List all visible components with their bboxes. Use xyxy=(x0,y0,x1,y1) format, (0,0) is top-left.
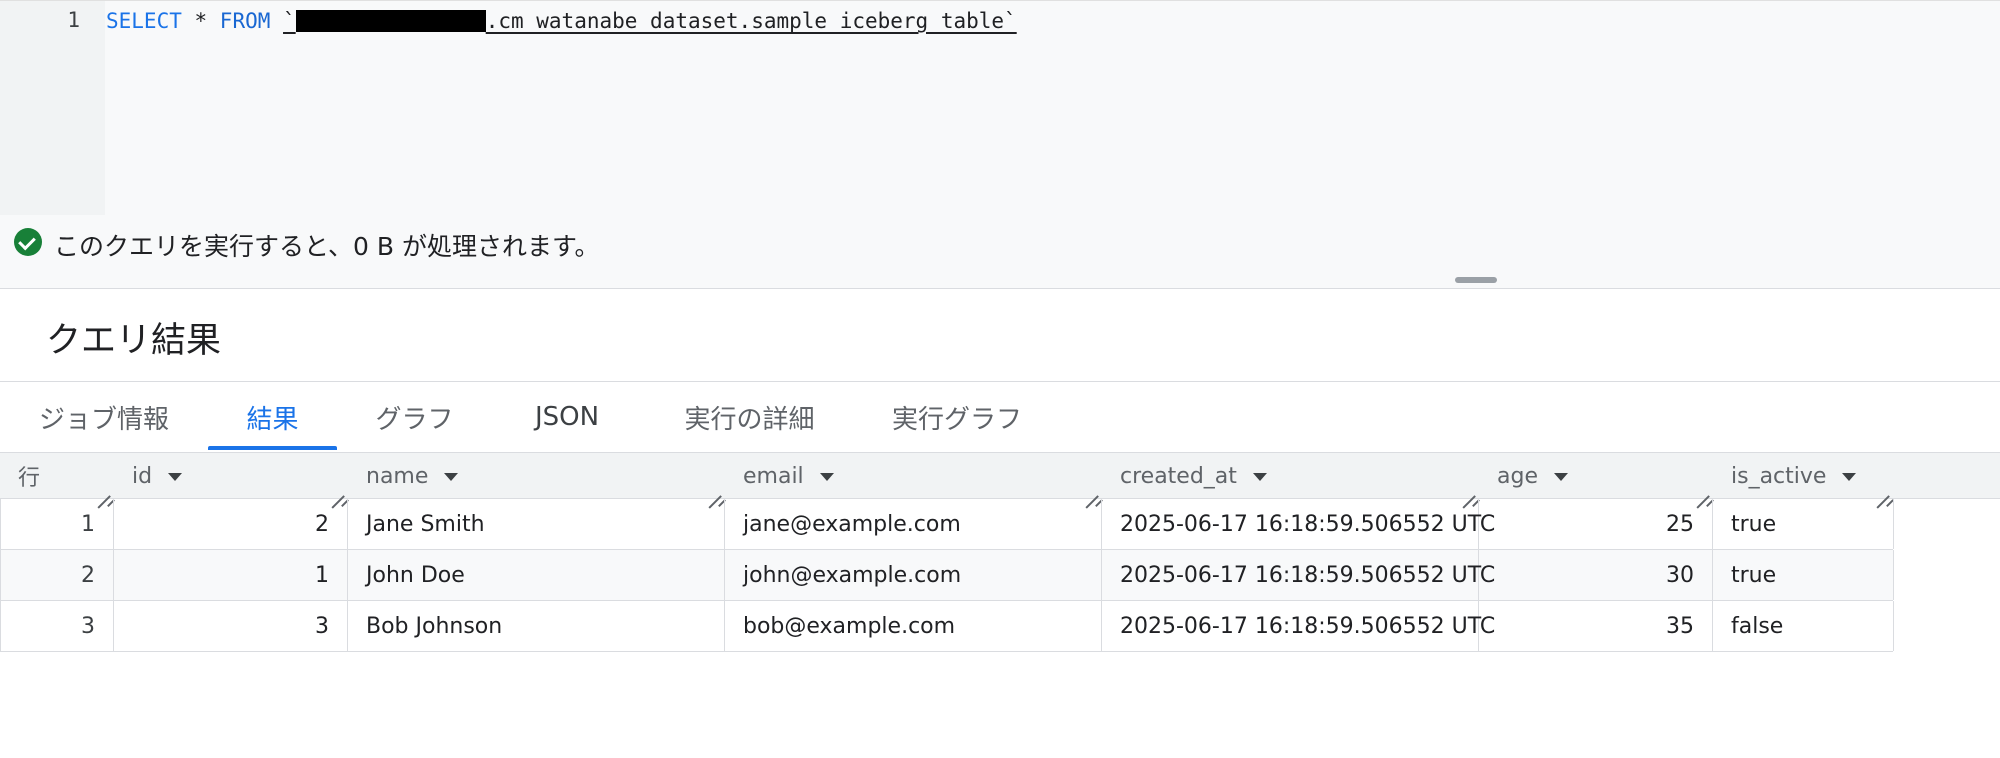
table-row: 2 1 John Doe john@example.com 2025-06-17… xyxy=(0,550,1894,601)
row-number-cell: 2 xyxy=(1,550,114,600)
id-cell[interactable]: 3 xyxy=(114,601,348,651)
column-resize-icon[interactable] xyxy=(1875,482,1889,496)
redacted-project-id xyxy=(295,10,486,32)
is-active-cell[interactable]: false xyxy=(1713,601,1894,651)
column-resize-icon[interactable] xyxy=(707,482,721,496)
age-cell[interactable]: 35 xyxy=(1479,601,1713,651)
sort-dropdown-icon[interactable] xyxy=(168,473,183,481)
name-cell[interactable]: John Doe xyxy=(348,550,725,600)
sort-dropdown-icon[interactable] xyxy=(1553,473,1568,481)
table-reference-suffix: .cm_watanabe_dataset.sample_iceberg_tabl… xyxy=(485,9,1017,33)
column-resize-icon[interactable] xyxy=(1084,482,1098,496)
table-row: 1 2 Jane Smith jane@example.com 2025-06-… xyxy=(0,499,1894,550)
column-header-label: 行 xyxy=(18,466,41,491)
sql-editor[interactable]: 1 SELECT * FROM ` .cm_watanabe_dataset.sa… xyxy=(0,0,2000,216)
age-cell[interactable]: 30 xyxy=(1479,550,1713,600)
results-tabs: ジョブ情報 結果 グラフ JSON 実行の詳細 実行グラフ xyxy=(0,382,2000,452)
created-at-cell[interactable]: 2025-06-17 16:18:59.506552 UTC xyxy=(1102,601,1495,651)
table-reference[interactable]: ` .cm_watanabe_dataset.sample_iceberg_tab… xyxy=(283,9,1017,33)
tab-results[interactable]: 結果 xyxy=(208,382,337,452)
email-cell[interactable]: john@example.com xyxy=(725,550,1102,600)
line-number: 1 xyxy=(67,8,80,32)
id-cell[interactable]: 1 xyxy=(114,550,348,600)
column-header-name[interactable]: name xyxy=(348,453,725,499)
id-cell[interactable]: 2 xyxy=(114,499,348,549)
column-header-is-active[interactable]: is_active xyxy=(1713,453,1893,499)
column-header-label: age xyxy=(1497,463,1538,489)
column-header-row: 行 xyxy=(0,453,114,499)
column-header-age[interactable]: age xyxy=(1479,453,1713,499)
tab-job-info[interactable]: ジョブ情報 xyxy=(20,382,188,452)
row-number-cell: 1 xyxy=(1,499,114,549)
select-keyword: SELECT xyxy=(106,9,182,33)
column-header-email[interactable]: email xyxy=(725,453,1102,499)
code-line[interactable]: SELECT * FROM ` .cm_watanabe_dataset.samp… xyxy=(106,8,1017,34)
resize-drag-handle[interactable] xyxy=(1455,277,1497,283)
grid-header: 行 id name email created_at age is_active xyxy=(0,452,2000,499)
column-resize-icon[interactable] xyxy=(96,482,110,496)
created-at-cell[interactable]: 2025-06-17 16:18:59.506552 UTC xyxy=(1102,550,1495,600)
column-header-label: is_active xyxy=(1731,463,1827,489)
results-title: クエリ結果 xyxy=(46,321,222,361)
created-at-cell[interactable]: 2025-06-17 16:18:59.506552 UTC xyxy=(1102,499,1495,549)
star-token: * xyxy=(181,9,220,33)
tab-json[interactable]: JSON xyxy=(517,382,617,452)
is-active-cell[interactable]: true xyxy=(1713,550,1894,600)
check-circle-icon xyxy=(14,228,42,256)
validator-message: このクエリを実行すると、0 B が処理されます。 xyxy=(54,232,600,261)
email-cell[interactable]: jane@example.com xyxy=(725,499,1102,549)
table-row: 3 3 Bob Johnson bob@example.com 2025-06-… xyxy=(0,601,1894,652)
column-resize-icon[interactable] xyxy=(1695,482,1709,496)
line-number-gutter: 1 xyxy=(0,1,105,216)
column-header-label: email xyxy=(743,463,804,489)
active-tab-indicator xyxy=(208,446,337,450)
column-resize-icon[interactable] xyxy=(1461,482,1475,496)
column-resize-icon[interactable] xyxy=(330,482,344,496)
column-header-created-at[interactable]: created_at xyxy=(1102,453,1479,499)
email-cell[interactable]: bob@example.com xyxy=(725,601,1102,651)
row-number-cell: 3 xyxy=(1,601,114,651)
sort-dropdown-icon[interactable] xyxy=(819,473,834,481)
tab-execution-details[interactable]: 実行の詳細 xyxy=(667,382,832,452)
sort-dropdown-icon[interactable] xyxy=(1842,473,1857,481)
age-cell[interactable]: 25 xyxy=(1479,499,1713,549)
tab-chart[interactable]: グラフ xyxy=(357,382,472,452)
column-header-id[interactable]: id xyxy=(114,453,348,499)
query-validator: このクエリを実行すると、0 B が処理されます。 xyxy=(0,215,2000,289)
name-cell[interactable]: Jane Smith xyxy=(348,499,725,549)
sort-dropdown-icon[interactable] xyxy=(444,473,459,481)
name-cell[interactable]: Bob Johnson xyxy=(348,601,725,651)
sort-dropdown-icon[interactable] xyxy=(1252,473,1267,481)
from-keyword: FROM xyxy=(219,9,271,33)
column-header-label: name xyxy=(366,463,429,489)
column-header-label: created_at xyxy=(1120,463,1237,489)
column-header-label: id xyxy=(132,463,153,489)
tab-execution-graph[interactable]: 実行グラフ xyxy=(877,382,1037,452)
is-active-cell[interactable]: true xyxy=(1713,499,1894,549)
